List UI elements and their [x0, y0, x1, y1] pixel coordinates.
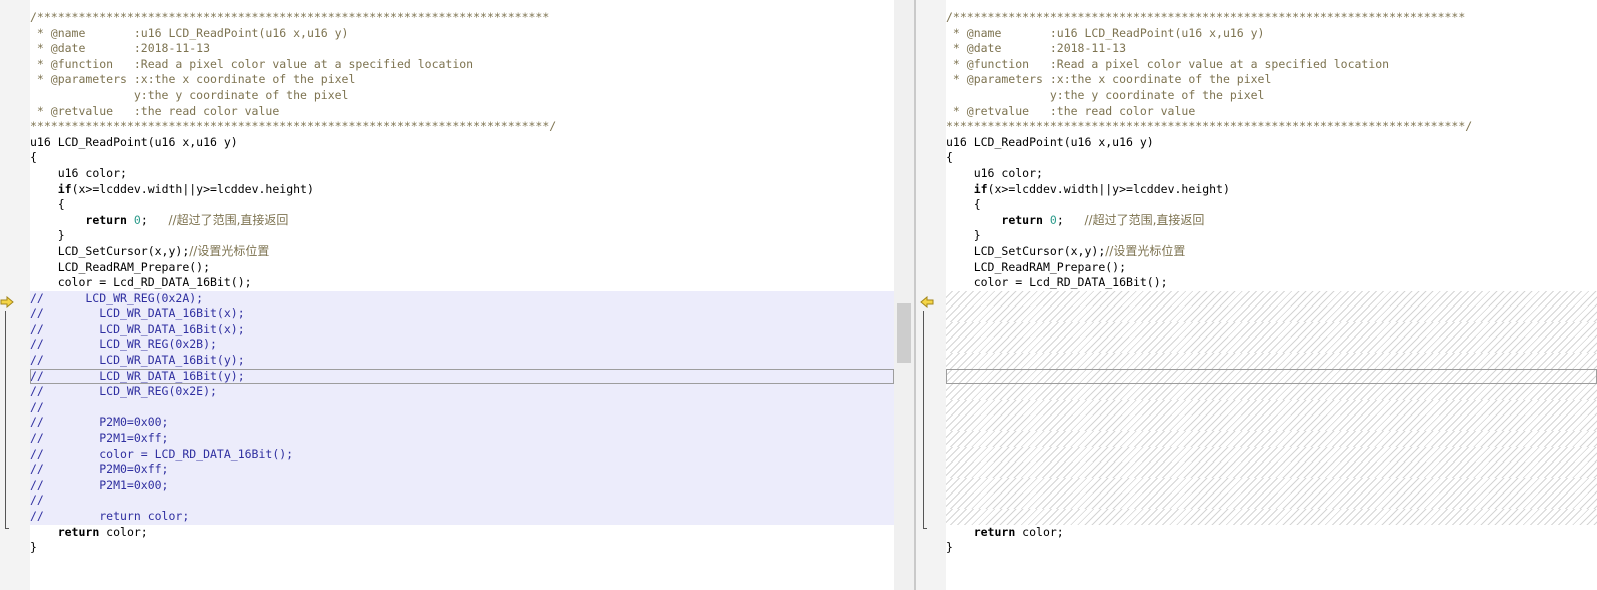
deleted-line: // P2M1=0xff; — [30, 431, 894, 447]
missing-line-placeholder — [946, 493, 1597, 509]
deleted-line: // color = LCD_RD_DATA_16Bit(); — [30, 446, 894, 463]
arrow-left-icon[interactable] — [920, 296, 934, 308]
code-line: * @parameters :x:the x coordinate of the… — [30, 72, 356, 87]
missing-line-placeholder — [946, 321, 1597, 338]
deleted-line: // LCD_WR_REG(0x2A); — [30, 290, 894, 307]
code-line: if(x>=lcddev.width||y>=lcddev.height) — [57, 181, 314, 196]
current-line — [946, 368, 1597, 385]
missing-line-placeholder — [946, 399, 1597, 416]
code-line: u16 color; — [973, 165, 1043, 180]
code-line: } — [30, 540, 37, 555]
deleted-line: // LCD_WR_REG(0x2B); — [30, 337, 894, 354]
code-line: LCD_ReadRAM_Prepare(); — [57, 259, 211, 274]
code-line: /***************************************… — [30, 10, 550, 24]
code-line: { — [30, 150, 37, 165]
code-line: * @retvalue :the read color value — [30, 103, 280, 118]
vertical-scrollbar[interactable] — [894, 0, 914, 590]
left-code-area[interactable]: /***************************************… — [30, 10, 894, 590]
diff-range-cap — [5, 528, 9, 529]
right-code-area[interactable]: /***************************************… — [946, 10, 1597, 590]
code-line: } — [57, 228, 65, 243]
deleted-line: // LCD_WR_DATA_16Bit(y); — [30, 353, 894, 369]
code-line: return 0; //超过了范围,直接返回 — [1001, 212, 1205, 227]
code-line: color = Lcd_RD_DATA_16Bit(); — [973, 275, 1168, 290]
code-line: } — [946, 540, 953, 555]
code-line: LCD_SetCursor(x,y);//设置光标位置 — [57, 243, 270, 258]
code-line: y:the y coordinate of the pixel — [946, 87, 1265, 102]
diff-range-bar — [923, 311, 924, 529]
code-line: return color; — [57, 524, 148, 539]
left-gutter — [0, 0, 30, 590]
missing-line-placeholder — [946, 337, 1597, 354]
current-line: // LCD_WR_DATA_16Bit(y); — [30, 368, 894, 385]
code-line: return color; — [973, 524, 1064, 539]
code-line: * @date :2018-11-13 — [946, 41, 1127, 56]
arrow-right-icon[interactable] — [0, 296, 14, 308]
code-line: * @function :Read a pixel color value at… — [946, 56, 1390, 71]
scrollbar-thumb[interactable] — [897, 303, 911, 363]
code-line: u16 color; — [57, 165, 127, 180]
right-diff-pane[interactable]: /***************************************… — [916, 0, 1597, 590]
deleted-line: // return color; — [30, 509, 894, 525]
code-line: * @function :Read a pixel color value at… — [30, 56, 474, 71]
missing-line-placeholder — [946, 462, 1597, 478]
diff-range-bar — [5, 311, 6, 529]
code-line: ****************************************… — [30, 119, 557, 134]
missing-line-placeholder — [946, 477, 1597, 494]
code-line: y:the y coordinate of the pixel — [30, 87, 349, 102]
deleted-line: // P2M1=0x00; — [30, 477, 894, 494]
deleted-line: // — [30, 399, 894, 416]
deleted-line: // LCD_WR_DATA_16Bit(x); — [30, 321, 894, 338]
deleted-line: // — [30, 493, 894, 509]
missing-line-placeholder — [946, 509, 1597, 525]
missing-line-placeholder — [946, 446, 1597, 463]
code-line: * @name :u16 LCD_ReadPoint(u16 x,u16 y) — [30, 25, 349, 40]
code-line: if(x>=lcddev.width||y>=lcddev.height) — [973, 181, 1230, 196]
deleted-line: // P2M0=0xff; — [30, 462, 894, 478]
missing-line-placeholder — [946, 384, 1597, 400]
code-line: { — [946, 150, 953, 165]
left-diff-pane[interactable]: /***************************************… — [0, 0, 914, 590]
right-gutter — [916, 0, 946, 590]
code-line: u16 LCD_ReadPoint(u16 x,u16 y) — [30, 134, 238, 149]
missing-line-placeholder — [946, 306, 1597, 322]
diff-range-cap — [923, 528, 927, 529]
missing-line-placeholder — [946, 290, 1597, 307]
code-line: return 0; //超过了范围,直接返回 — [85, 212, 289, 227]
deleted-line: // LCD_WR_DATA_16Bit(x); — [30, 306, 894, 322]
deleted-line: // LCD_WR_REG(0x2E); — [30, 384, 894, 400]
code-line: { — [973, 197, 981, 212]
code-line: * @date :2018-11-13 — [30, 41, 211, 56]
code-line: * @name :u16 LCD_ReadPoint(u16 x,u16 y) — [946, 25, 1265, 40]
missing-line-placeholder — [946, 353, 1597, 369]
deleted-line: // P2M0=0x00; — [30, 415, 894, 432]
code-line: LCD_ReadRAM_Prepare(); — [973, 259, 1127, 274]
code-line: /***************************************… — [946, 10, 1466, 24]
code-line: color = Lcd_RD_DATA_16Bit(); — [57, 275, 252, 290]
code-line: ****************************************… — [946, 119, 1473, 134]
code-line: } — [973, 228, 981, 243]
code-line: LCD_SetCursor(x,y);//设置光标位置 — [973, 243, 1186, 258]
code-line: u16 LCD_ReadPoint(u16 x,u16 y) — [946, 134, 1154, 149]
missing-line-placeholder — [946, 431, 1597, 447]
code-line: { — [57, 197, 65, 212]
missing-line-placeholder — [946, 415, 1597, 432]
code-line: * @parameters :x:the x coordinate of the… — [946, 72, 1272, 87]
code-line: * @retvalue :the read color value — [946, 103, 1196, 118]
